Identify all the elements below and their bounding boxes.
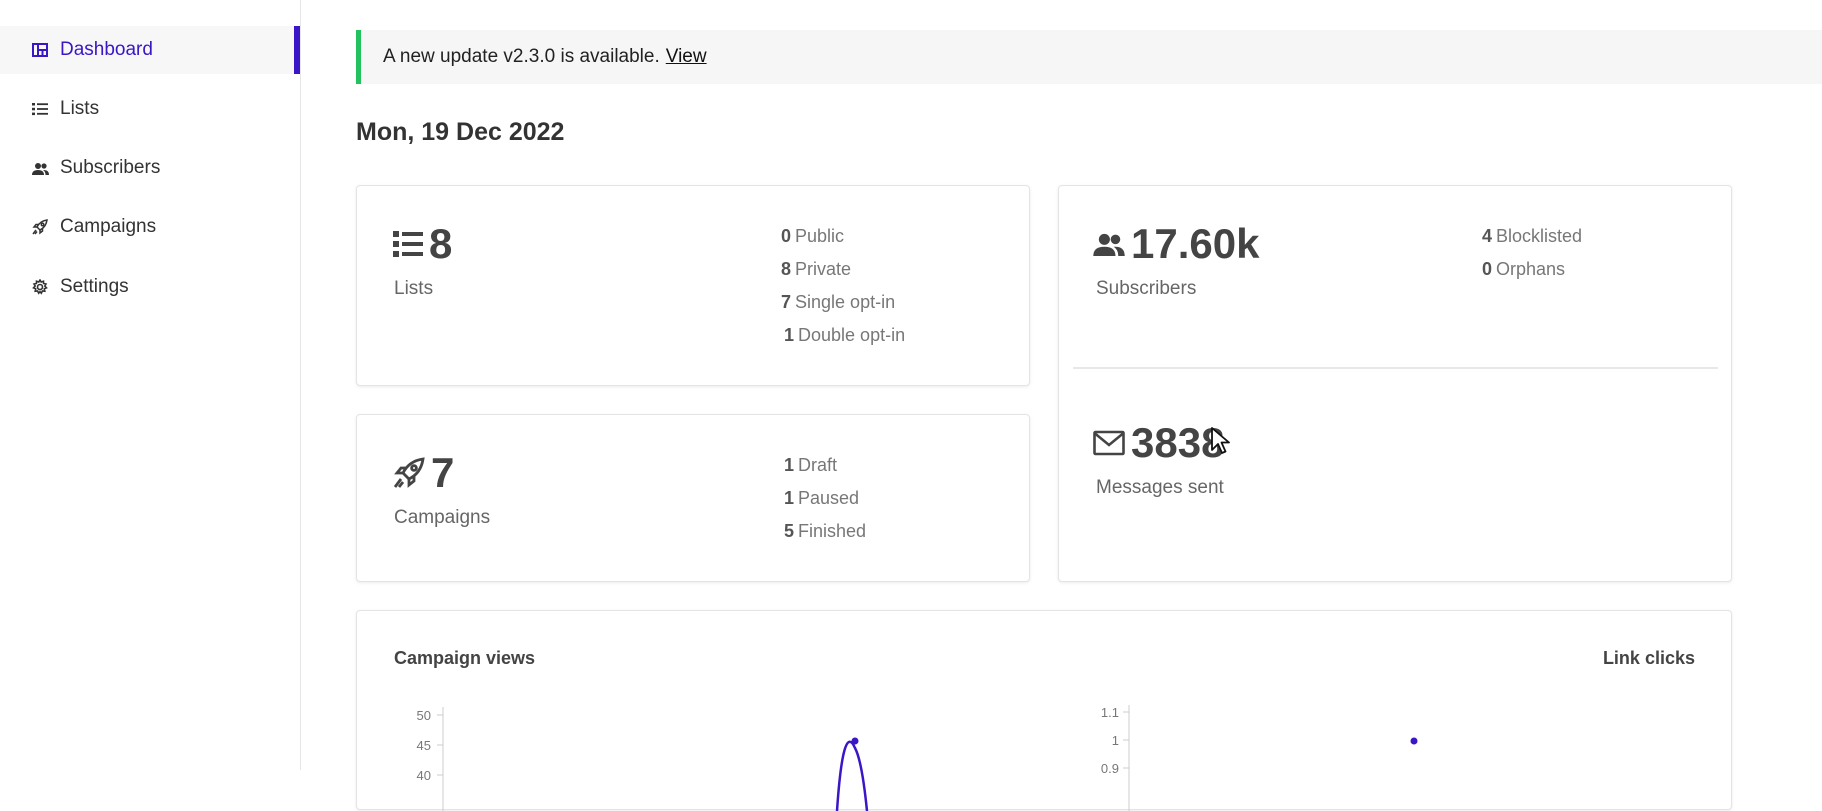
update-view-link[interactable]: View xyxy=(666,46,707,68)
mouse-cursor-icon xyxy=(1210,426,1232,461)
stat-draft: 1 Draft xyxy=(784,455,838,475)
sidebar-item-dashboard[interactable]: Dashboard xyxy=(0,26,300,74)
stat-public: 0 Public xyxy=(781,226,845,246)
sidebar-item-lists[interactable]: Lists xyxy=(0,85,300,133)
list-icon xyxy=(393,230,423,258)
sidebar: Dashboard Lists Subscribers Campaigns Se… xyxy=(0,0,301,770)
update-banner-text: A new update v2.3.0 is available. xyxy=(383,46,660,67)
charts-plot-area xyxy=(437,705,1418,811)
lists-count: 8 xyxy=(393,220,452,268)
views-series-line xyxy=(835,740,869,811)
stat-finished: 5 Finished xyxy=(784,521,867,541)
subscribers-count-value: 17.60k xyxy=(1131,220,1260,267)
dashboard-icon xyxy=(30,40,50,60)
subscribers-label: Subscribers xyxy=(1096,278,1197,299)
messages-count: 3838 xyxy=(1093,419,1224,467)
sidebar-item-label: Lists xyxy=(60,98,100,119)
clicks-point[interactable] xyxy=(1410,737,1418,745)
list-icon xyxy=(30,99,50,119)
sidebar-item-label: Dashboard xyxy=(60,39,153,60)
envelope-icon xyxy=(1093,430,1125,456)
users-icon xyxy=(30,158,50,178)
charts-card: Campaign views Link clicks 50 45 40 1.1 … xyxy=(356,610,1732,811)
campaigns-count: 7 xyxy=(393,449,454,497)
stat-blocklisted: 4 Blocklisted xyxy=(1482,226,1583,246)
gear-icon xyxy=(30,277,50,297)
lists-card: 8 Lists 0 Public 8 Private 7 Single opt-in … xyxy=(356,185,1030,386)
sidebar-item-campaigns[interactable]: Campaigns xyxy=(0,203,300,251)
rocket-icon xyxy=(393,457,425,489)
page-title: Mon, 19 Dec 2022 xyxy=(356,118,565,146)
sidebar-item-label: Campaigns xyxy=(60,216,157,237)
rocket-icon xyxy=(30,217,50,237)
views-point[interactable] xyxy=(851,737,859,745)
lists-label: Lists xyxy=(394,278,434,299)
sidebar-item-label: Subscribers xyxy=(60,157,161,178)
stat-double-optin: 1 Double opt-in xyxy=(784,325,906,345)
views-axis xyxy=(437,707,444,811)
sidebar-item-settings[interactable]: Settings xyxy=(0,263,300,311)
campaigns-card: 7 Campaigns 1 Draft 1 Paused 5 Finished xyxy=(356,414,1030,582)
lists-count-value: 8 xyxy=(429,220,453,267)
stat-single-optin: 7 Single opt-in xyxy=(781,292,896,312)
campaigns-count-value: 7 xyxy=(431,449,455,496)
stat-paused: 1 Paused xyxy=(784,488,860,508)
stat-orphans: 0 Orphans xyxy=(1482,259,1566,279)
subscribers-card: 17.60k Subscribers 4 Blocklisted 0 Orphans… xyxy=(1058,185,1732,582)
subscribers-count: 17.60k xyxy=(1093,220,1259,268)
sidebar-item-subscribers[interactable]: Subscribers xyxy=(0,144,300,192)
update-banner: A new update v2.3.0 is available. View xyxy=(356,30,1822,84)
sidebar-item-label: Settings xyxy=(60,276,129,297)
clicks-axis xyxy=(1123,705,1130,811)
users-icon xyxy=(1093,232,1125,256)
card-divider xyxy=(1073,367,1718,369)
campaigns-label: Campaigns xyxy=(394,507,491,528)
stat-private: 8 Private xyxy=(781,259,852,279)
messages-label: Messages sent xyxy=(1096,477,1224,498)
